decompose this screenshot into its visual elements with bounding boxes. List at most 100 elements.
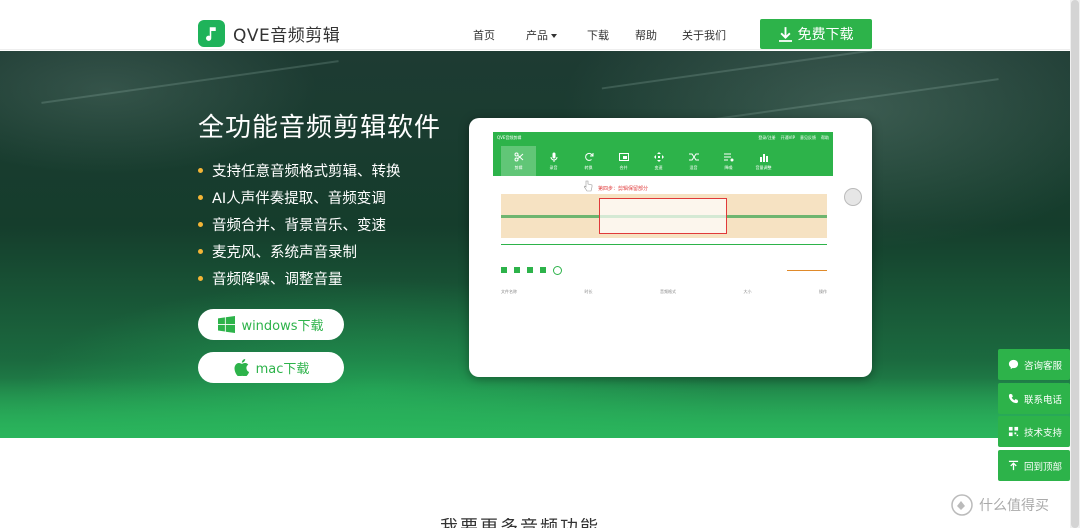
hero-bottom-glow — [0, 378, 1070, 438]
nav-download[interactable]: 下载 — [587, 27, 609, 43]
titlebar-link: 登录/注册 — [758, 135, 776, 140]
end-icon — [540, 267, 546, 273]
file-list-header: 文件名称 时长 音频格式 大小 操作 — [501, 289, 827, 295]
tool-record: 录音 — [536, 146, 571, 176]
column-header: 音频格式 — [660, 289, 676, 294]
hand-pointer-icon — [583, 180, 593, 192]
tool-cut: 剪辑 — [501, 146, 536, 176]
feature-item: 麦克风、系统声音录制 — [198, 238, 401, 265]
windows-download-label: windows下载 — [241, 319, 324, 334]
app-titlebar: QVE音频剪辑 登录/注册 开通VIP 意见反馈 帮助 — [493, 132, 833, 144]
tool-label: 降噪 — [724, 164, 733, 170]
bullet-dot — [198, 222, 203, 227]
watermark: 什么值得买 — [951, 494, 1049, 516]
column-header: 操作 — [819, 289, 827, 294]
side-label: 回到顶部 — [1024, 461, 1063, 473]
nav-products[interactable]: 产品 — [526, 27, 557, 43]
scissors-icon — [514, 152, 523, 161]
tool-label: 合并 — [619, 164, 628, 170]
scrollbar-thumb[interactable] — [1071, 0, 1079, 528]
playlist-icon — [723, 153, 733, 161]
nav-home[interactable]: 首页 — [473, 27, 495, 43]
zhide-logo-icon — [951, 494, 973, 516]
column-header: 时长 — [584, 289, 593, 294]
logo-text: QVE音频剪辑 — [233, 26, 341, 46]
feature-text: 音频降噪、调整音量 — [212, 272, 343, 288]
feature-item: AI人声伴奏提取、音频变调 — [198, 184, 401, 211]
watermark-text: 什么值得买 — [979, 498, 1049, 514]
side-phone[interactable]: 联系电话 — [998, 383, 1070, 414]
nav-about[interactable]: 关于我们 — [682, 27, 726, 43]
bar-chart-icon — [759, 153, 768, 162]
side-label: 咨询客服 — [1024, 360, 1063, 372]
feature-text: AI人声伴奏提取、音频变调 — [212, 191, 386, 207]
tool-denoise: 降噪 — [711, 146, 746, 176]
windows-download-button[interactable]: windows下载 — [198, 309, 344, 340]
cut-icon — [514, 267, 520, 273]
side-label: 技术支持 — [1024, 427, 1063, 439]
top-header: QVE音频剪辑 首页 产品 下载 帮助 关于我们 免费下载 — [0, 0, 1070, 50]
shuffle-icon — [688, 153, 699, 160]
site-logo[interactable]: QVE音频剪辑 — [198, 20, 340, 47]
titlebar-links: 登录/注册 开通VIP 意见反馈 帮助 — [758, 135, 829, 141]
nav-help[interactable]: 帮助 — [635, 27, 657, 43]
tool-label: 录音 — [549, 164, 558, 170]
nav-products-label: 产品 — [526, 29, 548, 42]
windows-logo-icon — [218, 316, 236, 333]
hero-streak — [701, 78, 999, 122]
side-tech-support[interactable]: 技术支持 — [998, 416, 1070, 447]
arrow-up-icon — [1008, 460, 1019, 471]
side-label: 联系电话 — [1024, 394, 1063, 406]
mac-download-label: mac下载 — [255, 362, 310, 377]
section-title: 我要更多音频功能 — [440, 518, 600, 528]
tool-speed: 变速 — [641, 146, 676, 176]
tool-volume: 音量调整 — [746, 146, 781, 176]
waveform — [501, 194, 827, 238]
feature-text: 麦克风、系统声音录制 — [212, 245, 357, 261]
app-screenshot: QVE音频剪辑 登录/注册 开通VIP 意见反馈 帮助 剪辑 录音 转换 合并 … — [493, 132, 833, 360]
start-icon — [527, 267, 533, 273]
feature-text: 支持任意音频格式剪辑、转换 — [212, 164, 401, 180]
bullet-dot — [198, 168, 203, 173]
move-icon — [653, 151, 664, 162]
download-arrow-icon — [778, 26, 792, 42]
refresh-icon — [584, 152, 593, 161]
free-download-button[interactable]: 免费下载 — [760, 19, 872, 49]
column-header: 文件名称 — [501, 289, 517, 294]
mac-download-button[interactable]: mac下载 — [198, 352, 344, 383]
tool-merge: 合并 — [606, 146, 641, 176]
microphone-icon — [550, 152, 557, 162]
play-icon — [553, 265, 562, 275]
add-icon — [501, 267, 507, 273]
qr-code-icon — [1008, 426, 1019, 437]
hero-title: 全功能音频剪辑软件 — [198, 113, 442, 143]
titlebar-link: 意见反馈 — [800, 135, 816, 140]
hero-streak — [41, 60, 339, 104]
page-scrollbar[interactable] — [1070, 0, 1080, 528]
hero-banner: 全功能音频剪辑软件 支持任意音频格式剪辑、转换 AI人声伴奏提取、音频变调 音频… — [0, 51, 1070, 438]
step-hint: 第四步：剪辑保留部分 — [598, 186, 649, 192]
bullet-dot — [198, 276, 203, 281]
side-back-to-top[interactable]: 回到顶部 — [998, 450, 1070, 481]
titlebar-link: 帮助 — [821, 135, 829, 140]
titlebar-link: 开通VIP — [780, 135, 795, 140]
music-note-icon — [198, 20, 225, 47]
phone-icon — [1008, 393, 1019, 404]
bullet-dot — [198, 249, 203, 254]
column-header: 大小 — [743, 289, 752, 294]
feature-item: 支持任意音频格式剪辑、转换 — [198, 157, 401, 184]
feature-item: 音频降噪、调整音量 — [198, 265, 401, 292]
feature-item: 音频合并、背景音乐、变速 — [198, 211, 401, 238]
chat-bubble-icon — [1008, 359, 1019, 370]
volume-slider — [787, 269, 827, 271]
caret-down-icon — [551, 34, 557, 38]
selection-box — [599, 198, 727, 234]
feature-text: 音频合并、背景音乐、变速 — [212, 218, 386, 234]
bullet-dot — [198, 195, 203, 200]
tool-label: 混音 — [689, 164, 698, 170]
side-consult-service[interactable]: 咨询客服 — [998, 349, 1070, 380]
hero-streak — [601, 51, 979, 90]
tool-mix: 混音 — [676, 146, 711, 176]
tool-label: 转换 — [584, 164, 593, 170]
feature-list: 支持任意音频格式剪辑、转换 AI人声伴奏提取、音频变调 音频合并、背景音乐、变速… — [198, 157, 401, 292]
